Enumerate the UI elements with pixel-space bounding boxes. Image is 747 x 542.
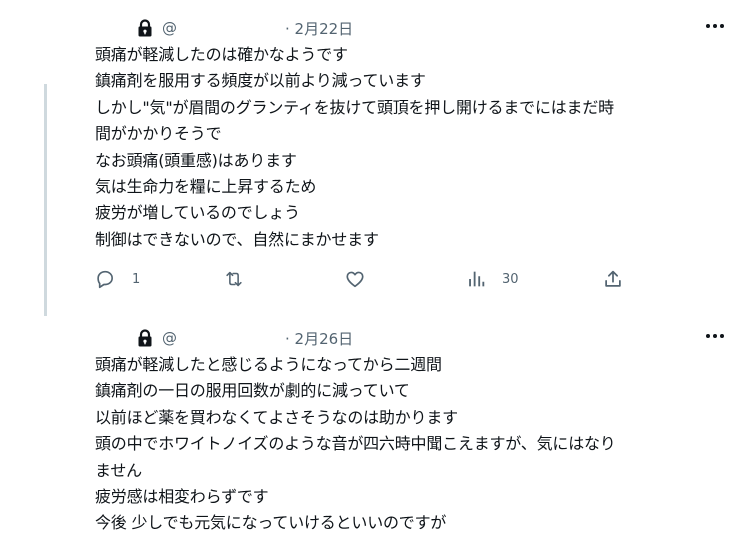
post-2[interactable]: @ · 2月26日 頭痛が軽減したと感じるようになってから二週間 鎮痛剤の一日の… [0, 310, 747, 542]
post-text-line: 間がかかりそうで [95, 124, 222, 144]
post-text-line: 疲労が増しているのでしょう [95, 203, 300, 223]
author-handle[interactable]: @ [162, 329, 177, 347]
views-count: 30 [502, 271, 519, 287]
author-handle[interactable]: @ [162, 19, 177, 37]
post-text-line: ません [95, 460, 142, 480]
reply-count: 1 [132, 271, 141, 287]
lock-icon [138, 329, 152, 347]
post-text-line: 以前ほど薬を買わなくてよさそうなのは助かります [95, 407, 458, 427]
post-text: 頭痛が軽減したのは確かなようです 鎮痛剤を服用する頻度が以前より減っています し… [95, 42, 725, 253]
post-text-line: 今後 少しでも元気になっていけるといいのですが [95, 513, 447, 533]
share-icon [605, 270, 621, 287]
lock-icon [138, 19, 152, 37]
like-button[interactable] [344, 266, 366, 292]
post-text-line: 頭痛が軽減したと感じるようになってから二週間 [95, 355, 442, 374]
post-1[interactable]: @ · 2月22日 頭痛が軽減したのは確かなようです 鎮痛剤を服用する頻度が以前… [0, 0, 747, 310]
post-text-line: 頭の中でホワイトノイズのような音が四六時中聞こえますが、気にはなり [95, 434, 616, 454]
heart-icon [346, 271, 364, 288]
post-text-line: なお頭痛(頭重感)はあります [95, 150, 297, 170]
post-date[interactable]: · 2月22日 [285, 18, 353, 39]
views-button[interactable]: 30 [466, 266, 519, 292]
post-text-line: 制御はできないので、自然にまかせます [95, 229, 379, 249]
post-date[interactable]: · 2月26日 [285, 328, 353, 349]
post-text-line: しかし"気"が眉間のグランティを抜けて頭頂を押し開けるまでにはまだ時 [95, 97, 614, 117]
post-text-line: 疲労感は相変わらずです [95, 487, 269, 507]
post-text-line: 鎮痛剤の一日の服用回数が劇的に減っていて [95, 381, 410, 401]
post-header: @ · 2月26日 [137, 327, 353, 349]
post-text: 頭痛が軽減したと感じるようになってから二週間 鎮痛剤の一日の服用回数が劇的に減っ… [95, 352, 725, 537]
share-button[interactable] [602, 266, 624, 292]
post-actions: 1 30 [94, 266, 634, 292]
retweet-icon [226, 271, 242, 287]
views-icon [469, 271, 485, 287]
reply-icon [97, 270, 113, 289]
post-text-line: 鎮痛剤を服用する頻度が以前より減っています [95, 71, 426, 91]
post-text-line: 頭痛が軽減したのは確かなようです [95, 45, 348, 64]
retweet-button[interactable] [222, 266, 246, 292]
more-icon[interactable] [705, 16, 725, 36]
post-text-line: 気は生命力を糧に上昇するため [95, 177, 317, 197]
more-icon[interactable] [705, 326, 725, 346]
reply-button[interactable]: 1 [94, 266, 140, 292]
post-header: @ · 2月22日 [137, 17, 353, 39]
